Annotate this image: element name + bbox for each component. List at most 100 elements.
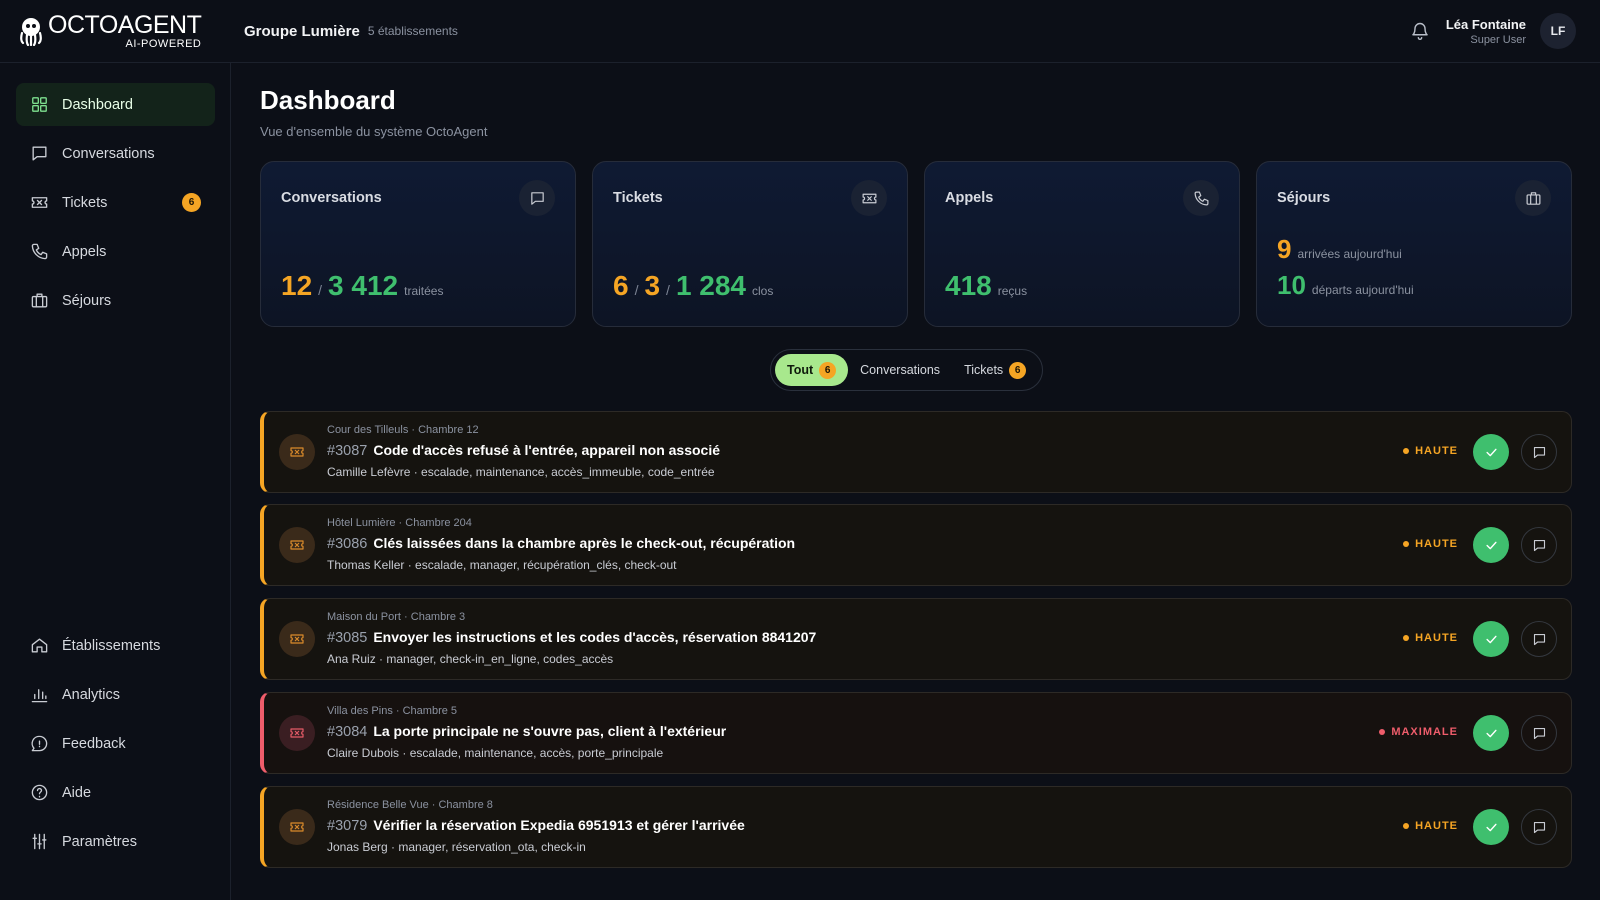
help-icon [31, 784, 48, 801]
arrivals-count: 9 [1277, 234, 1292, 264]
appels-count: 418 [945, 270, 992, 301]
sidebar-item-sejours[interactable]: Séjours [16, 279, 215, 322]
conversations-active-count: 12 [281, 270, 313, 301]
open-conversation-button[interactable] [1521, 527, 1557, 563]
group-name[interactable]: Groupe Lumière [244, 23, 360, 40]
ticket-id: #3085 [327, 630, 368, 646]
filter-tab-tickets[interactable]: Tickets 6 [952, 354, 1038, 386]
resolve-button[interactable] [1473, 621, 1509, 657]
filter-label: Conversations [860, 363, 941, 377]
stat-card-conversations[interactable]: Conversations 12 / 3 412 traitées [260, 161, 576, 327]
ticket-type-icon [279, 434, 315, 470]
phone-icon [31, 243, 48, 260]
ticket-row[interactable]: Villa des Pins · Chambre 5 #3084 La porte… [260, 692, 1572, 774]
ticket-tags: Claire Dubois · escalade, maintenance, a… [327, 746, 664, 760]
ticket-id: #3079 [327, 818, 368, 834]
bar-chart-icon [31, 689, 48, 703]
ticket-id: #3087 [327, 443, 368, 459]
ticket-row[interactable]: Maison du Port · Chambre 3 #3085 Envoyer … [260, 598, 1572, 680]
ticket-tags: Camille Lefèvre · escalade, maintenance,… [327, 465, 715, 479]
check-icon [1485, 448, 1497, 456]
ticket-icon [290, 822, 304, 832]
sidebar-item-analytics[interactable]: Analytics [16, 673, 215, 716]
open-conversation-button[interactable] [1521, 621, 1557, 657]
check-icon [1485, 635, 1497, 643]
stat-title: Tickets [613, 190, 663, 206]
filter-label: Tout [787, 363, 814, 377]
ticket-location: Cour des Tilleuls · Chambre 12 [327, 424, 479, 436]
ticket-row[interactable]: Résidence Belle Vue · Chambre 8 #3079 Vér… [260, 786, 1572, 868]
sidebar-item-label: Établissements [62, 637, 161, 654]
stat-card-tickets[interactable]: Tickets 6 / 3 / 1 284 clos [592, 161, 908, 327]
sidebar-item-label: Dashboard [62, 96, 133, 113]
chat-icon [1533, 821, 1545, 833]
phone-icon [1194, 191, 1208, 205]
stat-icon [519, 180, 555, 216]
logo-subtitle: AI-POWERED [125, 37, 202, 50]
resolve-button[interactable] [1473, 527, 1509, 563]
ticket-icon [290, 540, 304, 550]
resolve-button[interactable] [1473, 809, 1509, 845]
priority-badge: HAUTE [1403, 538, 1458, 550]
stat-title: Conversations [281, 190, 382, 206]
sidebar-item-appels[interactable]: Appels [16, 230, 215, 273]
arrivals-unit: arrivées aujourd'hui [1297, 247, 1402, 261]
sidebar-item-label: Feedback [62, 735, 126, 752]
sidebar-item-aide[interactable]: Aide [16, 771, 215, 814]
filter-tab-all[interactable]: Tout 6 [775, 354, 849, 386]
check-icon [1485, 541, 1497, 549]
ticket-title: Code d'accès refusé à l'entrée, appareil… [373, 442, 721, 458]
ticket-row[interactable]: Hôtel Lumière · Chambre 204 #3086 Clés la… [260, 504, 1572, 586]
resolve-button[interactable] [1473, 434, 1509, 470]
ticket-type-icon [279, 527, 315, 563]
ticket-title: Vérifier la réservation Expedia 6951913 … [373, 817, 745, 833]
open-conversation-button[interactable] [1521, 434, 1557, 470]
open-conversation-button[interactable] [1521, 809, 1557, 845]
ticket-icon [290, 447, 304, 457]
priority-badge: HAUTE [1403, 445, 1458, 457]
sidebar-item-label: Paramètres [62, 833, 137, 850]
stat-title: Appels [945, 190, 994, 206]
open-conversation-button[interactable] [1521, 715, 1557, 751]
priority-badge: MAXIMALE [1379, 726, 1458, 738]
filter-tab-conversations[interactable]: Conversations [848, 354, 952, 386]
ticket-title: Envoyer les instructions et les codes d'… [373, 629, 817, 645]
resolve-button[interactable] [1473, 715, 1509, 751]
sidebar-item-conversations[interactable]: Conversations [16, 132, 215, 175]
avatar[interactable]: LF [1540, 13, 1576, 49]
departures-unit: départs aujourd'hui [1311, 283, 1414, 297]
stat-icon [851, 180, 887, 216]
sidebar-item-feedback[interactable]: Feedback [16, 722, 215, 765]
logo[interactable]: OCTOAGENT AI-POWERED [0, 10, 230, 50]
grid-icon [32, 97, 47, 112]
ticket-id: #3086 [327, 536, 368, 552]
ticket-row[interactable]: Cour des Tilleuls · Chambre 12 #3087 Code… [260, 411, 1572, 493]
ticket-type-icon [279, 809, 315, 845]
ticket-tags: Thomas Keller · escalade, manager, récup… [327, 558, 677, 572]
ticket-location: Hôtel Lumière · Chambre 204 [327, 517, 472, 529]
sidebar-item-etablissements[interactable]: Établissements [16, 624, 215, 667]
chat-icon [1533, 539, 1545, 551]
sidebar-item-dashboard[interactable]: Dashboard [16, 83, 215, 126]
ticket-tags: Jonas Berg · manager, réservation_ota, c… [327, 840, 586, 854]
top-bar: OCTOAGENT AI-POWERED Groupe Lumière 5 ét… [0, 0, 1600, 63]
stat-card-sejours[interactable]: Séjours 9 arrivées aujourd'hui 10 départ… [1256, 161, 1572, 327]
logo-name: OCTOAGENT [48, 10, 202, 39]
luggage-icon [31, 293, 48, 308]
stat-card-appels[interactable]: Appels 418 reçus [924, 161, 1240, 327]
ticket-location: Résidence Belle Vue · Chambre 8 [327, 799, 493, 811]
tickets-unit: clos [752, 284, 774, 298]
sidebar-item-tickets[interactable]: Tickets 6 [16, 181, 215, 224]
appels-unit: reçus [997, 284, 1028, 298]
luggage-icon [1526, 191, 1540, 205]
ticket-icon [862, 193, 876, 203]
tickets-pending-count: 3 [644, 270, 661, 301]
check-icon [1485, 823, 1497, 831]
stat-icon [1183, 180, 1219, 216]
priority-label: HAUTE [1415, 538, 1458, 550]
sidebar-item-parametres[interactable]: Paramètres [16, 820, 215, 863]
bell-icon[interactable] [1410, 21, 1430, 41]
user-info[interactable]: Léa Fontaine Super User [1446, 17, 1526, 46]
chat-icon [1533, 446, 1545, 458]
chat-icon [32, 146, 47, 161]
